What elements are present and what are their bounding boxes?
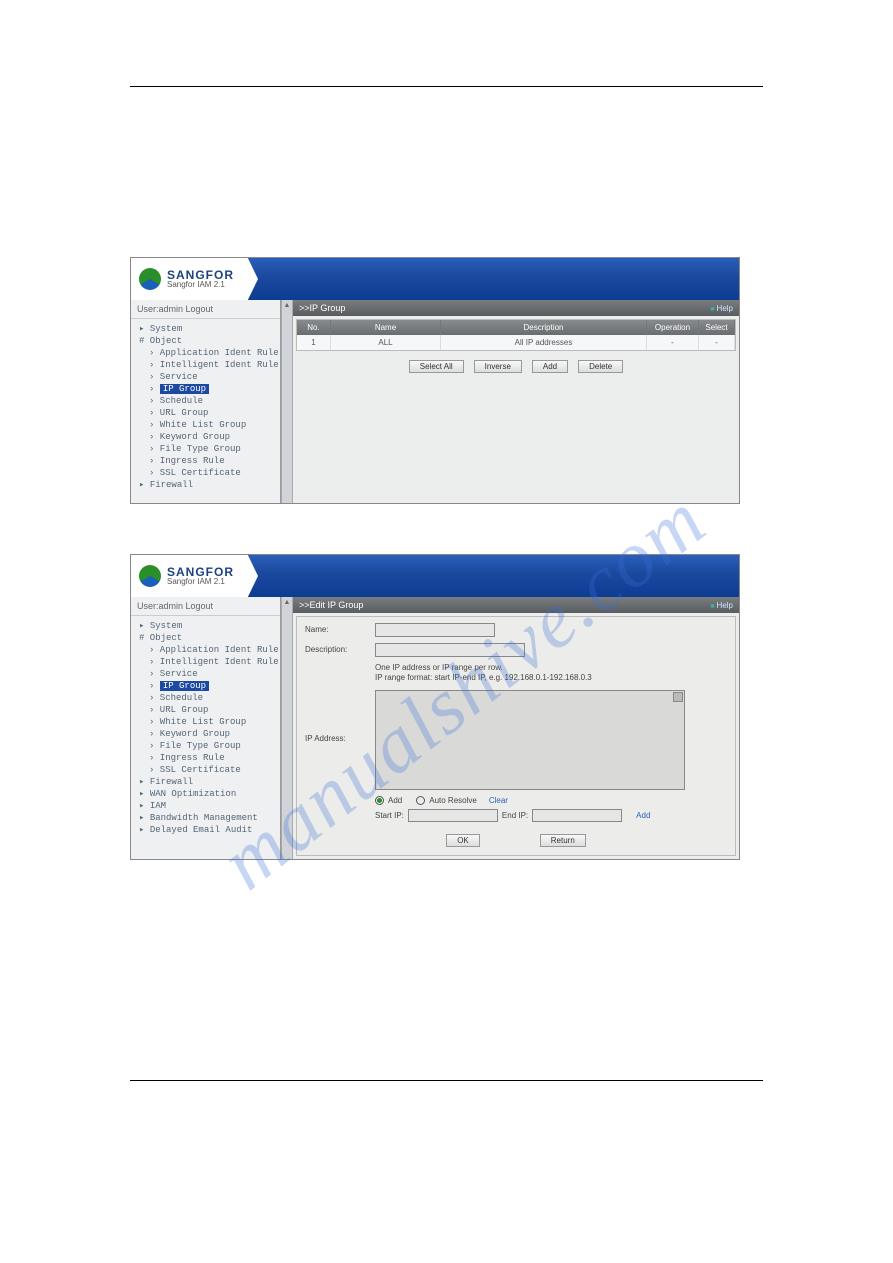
brand-sub: Sangfor IAM 2.1 bbox=[167, 281, 234, 289]
ip-address-textarea[interactable] bbox=[375, 690, 685, 790]
sidebar-item[interactable]: › Intelligent Ident Rule bbox=[133, 359, 278, 371]
sidebar-item[interactable]: ▸ IAM bbox=[133, 800, 278, 812]
sidebar-item-selected[interactable]: › IP Group bbox=[133, 680, 278, 692]
edit-form: Name: Description: One IP address or IP … bbox=[296, 616, 736, 856]
sidebar-item[interactable]: › Schedule bbox=[133, 395, 278, 407]
add-radio[interactable] bbox=[375, 796, 384, 805]
sidebar-item[interactable]: › Service bbox=[133, 668, 278, 680]
brand-sub: Sangfor IAM 2.1 bbox=[167, 578, 234, 586]
brand-area: SANGFOR Sangfor IAM 2.1 bbox=[131, 258, 258, 300]
sangfor-logo-icon bbox=[139, 268, 161, 290]
sidebar-item[interactable]: › White List Group bbox=[133, 716, 278, 728]
name-label: Name: bbox=[305, 623, 375, 634]
user-info[interactable]: User:admin Logout bbox=[137, 601, 213, 611]
inverse-button[interactable]: Inverse bbox=[474, 360, 522, 373]
sangfor-logo-icon bbox=[139, 565, 161, 587]
col-name: Name bbox=[331, 320, 441, 335]
sidebar-item[interactable]: › White List Group bbox=[133, 419, 278, 431]
sidebar-collapse-handle[interactable]: ▲ bbox=[281, 597, 293, 859]
sidebar-item[interactable]: › Schedule bbox=[133, 692, 278, 704]
content-header: >>IP Group Help bbox=[293, 300, 739, 316]
sidebar-item[interactable]: › Keyword Group bbox=[133, 431, 278, 443]
sidebar: User:admin Logout ▸ System# Object› Appl… bbox=[131, 300, 281, 503]
sidebar-item-selected[interactable]: › IP Group bbox=[133, 383, 278, 395]
add-radio-label: Add bbox=[388, 796, 402, 805]
sidebar-item[interactable]: ▸ System bbox=[133, 323, 278, 335]
sidebar-item[interactable]: › Service bbox=[133, 371, 278, 383]
col-op: Operation bbox=[647, 320, 699, 335]
start-ip-input[interactable] bbox=[408, 809, 498, 822]
ok-button[interactable]: OK bbox=[446, 834, 480, 847]
delete-button[interactable]: Delete bbox=[578, 360, 623, 373]
auto-resolve-label: Auto Resolve bbox=[429, 796, 477, 805]
page-title: >>Edit IP Group bbox=[299, 600, 363, 610]
ip-hint: One IP address or IP range per row. IP r… bbox=[375, 663, 592, 684]
name-input[interactable] bbox=[375, 623, 495, 637]
start-ip-label: Start IP: bbox=[375, 811, 404, 820]
sidebar-item[interactable]: ▸ Bandwidth Management bbox=[133, 812, 278, 824]
top-banner: SANGFOR Sangfor IAM 2.1 bbox=[131, 555, 739, 597]
table-row[interactable]: 1 ALL All IP addresses - - bbox=[297, 335, 735, 350]
end-ip-label: End IP: bbox=[502, 811, 528, 820]
sidebar: User:admin Logout ▸ System# Object› Appl… bbox=[131, 597, 281, 859]
end-ip-input[interactable] bbox=[532, 809, 622, 822]
ip-group-table: No. Name Description Operation Select 1 … bbox=[296, 319, 736, 351]
description-label: Description: bbox=[305, 643, 375, 654]
sidebar-item[interactable]: # Object bbox=[133, 632, 278, 644]
page-title: >>IP Group bbox=[299, 303, 345, 313]
screenshot-ip-group-list: SANGFOR Sangfor IAM 2.1 User:admin Logou… bbox=[130, 257, 740, 504]
sidebar-item[interactable]: › URL Group bbox=[133, 407, 278, 419]
user-info[interactable]: User:admin Logout bbox=[137, 304, 213, 314]
sidebar-item[interactable]: › Application Ident Rule bbox=[133, 644, 278, 656]
sidebar-item[interactable]: › Intelligent Ident Rule bbox=[133, 656, 278, 668]
sidebar-item[interactable]: › File Type Group bbox=[133, 443, 278, 455]
sidebar-item[interactable]: ▸ Delayed Email Audit bbox=[133, 824, 278, 836]
return-button[interactable]: Return bbox=[540, 834, 586, 847]
description-input[interactable] bbox=[375, 643, 525, 657]
sidebar-collapse-handle[interactable]: ▲ bbox=[281, 300, 293, 503]
sidebar-item[interactable]: › SSL Certificate bbox=[133, 764, 278, 776]
sidebar-item[interactable]: › SSL Certificate bbox=[133, 467, 278, 479]
add-ip-link[interactable]: Add bbox=[636, 811, 650, 820]
sidebar-item[interactable]: ▸ System bbox=[133, 620, 278, 632]
auto-resolve-radio[interactable] bbox=[416, 796, 425, 805]
sidebar-item[interactable]: › Ingress Rule bbox=[133, 752, 278, 764]
screenshot-edit-ip-group: SANGFOR Sangfor IAM 2.1 User:admin Logou… bbox=[130, 554, 740, 860]
ip-address-label: IP Address: bbox=[305, 690, 375, 743]
sidebar-item[interactable]: › File Type Group bbox=[133, 740, 278, 752]
sidebar-item[interactable]: ▸ Firewall bbox=[133, 776, 278, 788]
help-link[interactable]: Help bbox=[710, 601, 733, 610]
sidebar-item[interactable]: ▸ Firewall bbox=[133, 479, 278, 491]
help-link[interactable]: Help bbox=[710, 304, 733, 313]
top-banner: SANGFOR Sangfor IAM 2.1 bbox=[131, 258, 739, 300]
sidebar-item[interactable]: › Keyword Group bbox=[133, 728, 278, 740]
sidebar-item[interactable]: › URL Group bbox=[133, 704, 278, 716]
col-desc: Description bbox=[441, 320, 647, 335]
sidebar-item[interactable]: # Object bbox=[133, 335, 278, 347]
content-header: >>Edit IP Group Help bbox=[293, 597, 739, 613]
sidebar-item[interactable]: › Ingress Rule bbox=[133, 455, 278, 467]
col-no: No. bbox=[297, 320, 331, 335]
scrollbar-thumb[interactable] bbox=[673, 692, 683, 702]
select-all-button[interactable]: Select All bbox=[409, 360, 464, 373]
clear-link[interactable]: Clear bbox=[489, 796, 508, 805]
brand-area: SANGFOR Sangfor IAM 2.1 bbox=[131, 555, 258, 597]
add-button[interactable]: Add bbox=[532, 360, 568, 373]
sidebar-item[interactable]: › Application Ident Rule bbox=[133, 347, 278, 359]
col-sel: Select bbox=[699, 320, 735, 335]
sidebar-item[interactable]: ▸ WAN Optimization bbox=[133, 788, 278, 800]
